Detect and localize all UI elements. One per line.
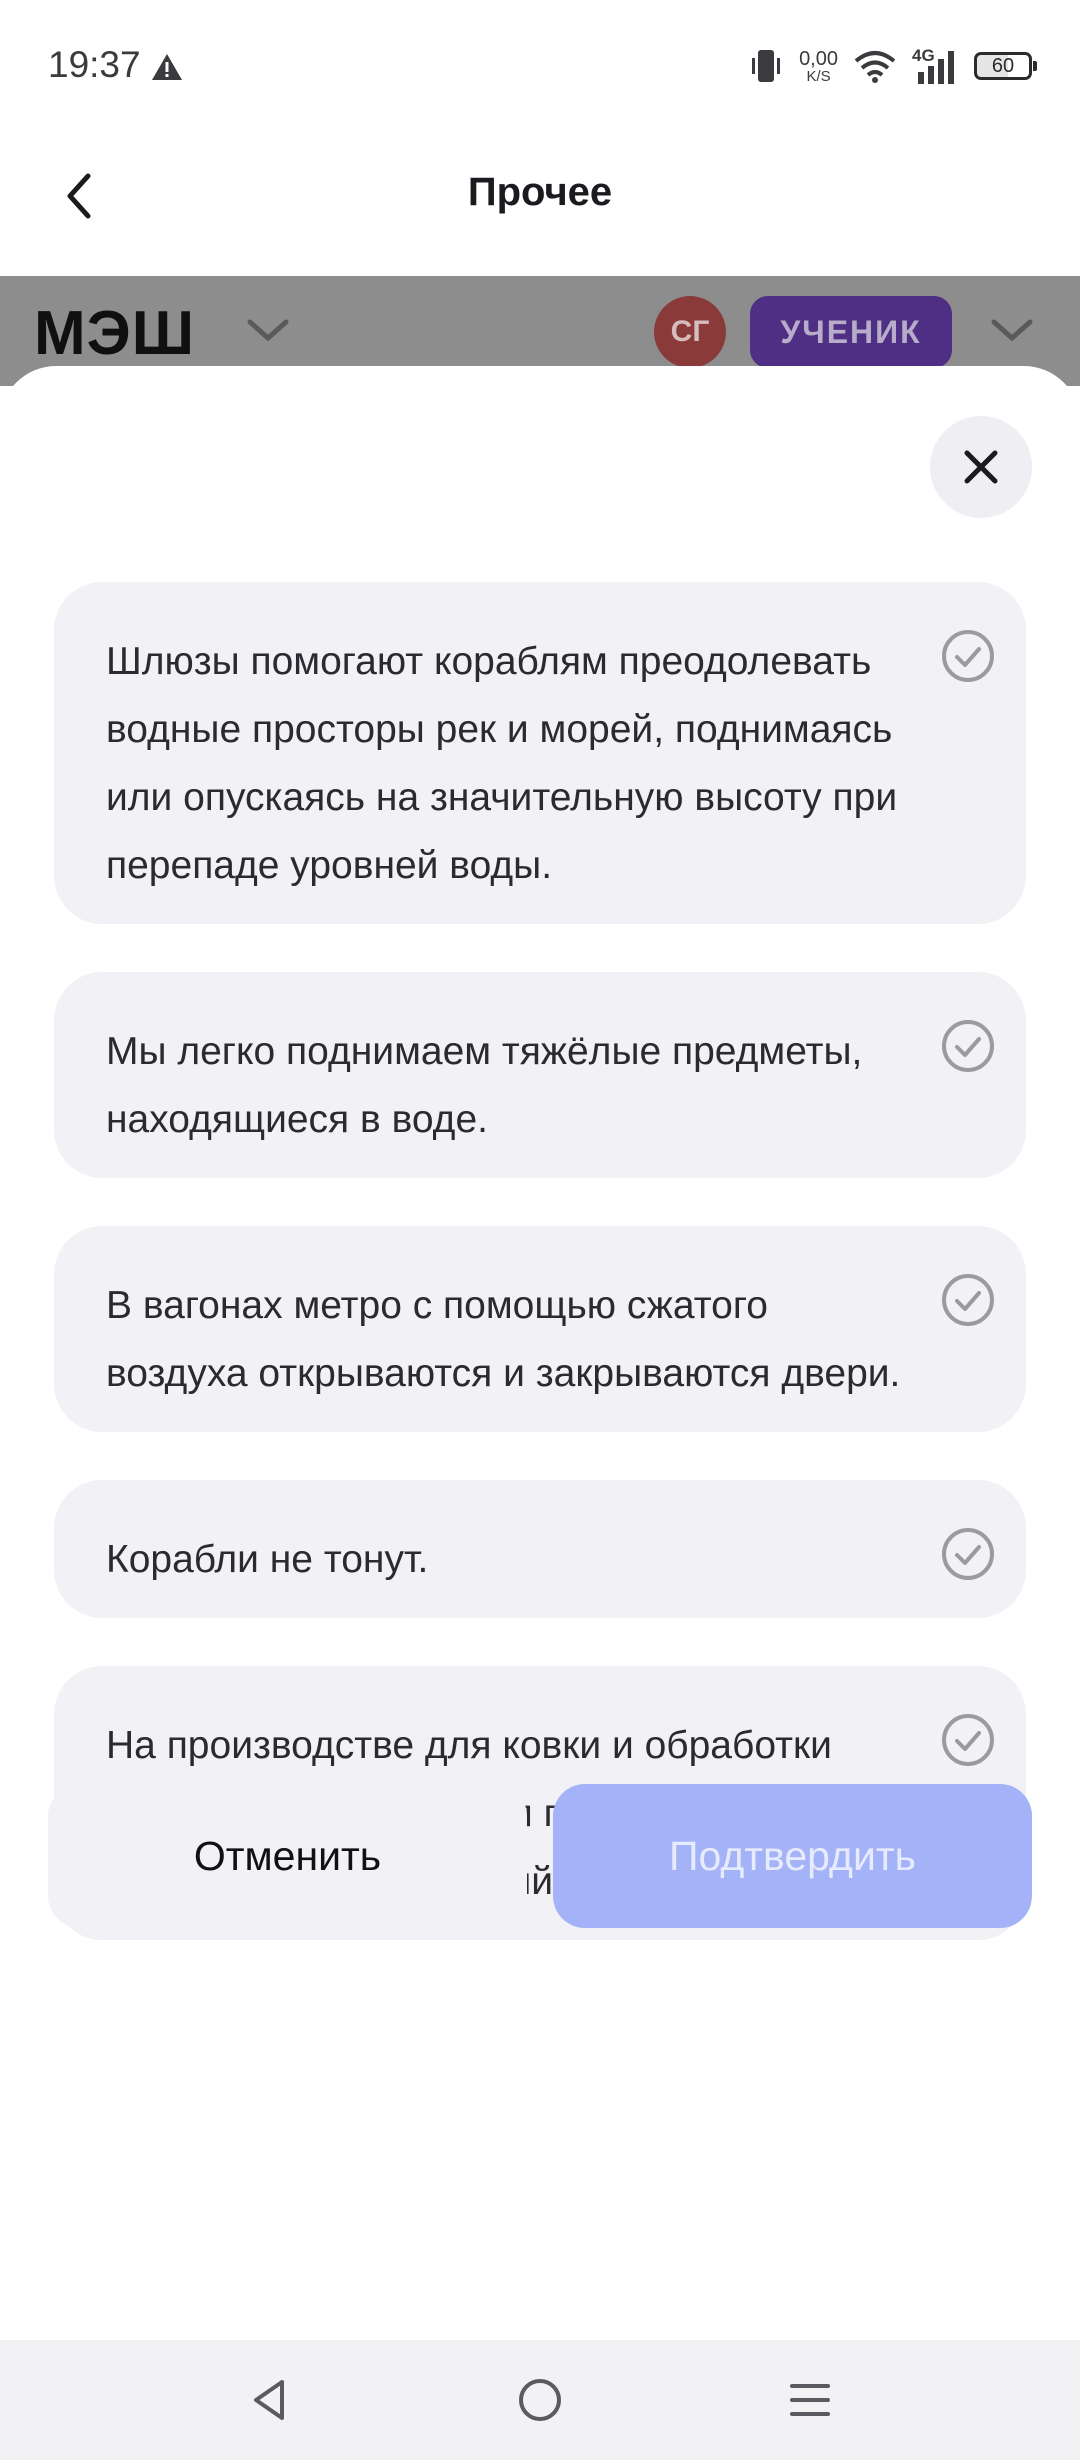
bottom-sheet: Шлюзы помогают кораблям преодолевать вод… [0, 366, 1080, 2340]
app-header: Прочее [0, 136, 1080, 276]
battery-icon: 60 [974, 52, 1037, 80]
role-badge: УЧЕНИК [750, 296, 952, 368]
page-title: Прочее [467, 170, 613, 214]
option-item[interactable]: Корабли не тонут. [54, 1480, 1026, 1618]
status-time: 19:37 [48, 44, 141, 85]
network-speed: 0,00 K/S [799, 49, 838, 84]
signal-icon [918, 51, 954, 84]
battery-level: 60 [991, 54, 1015, 77]
network-speed-unit: K/S [806, 67, 831, 85]
avatar: СГ [654, 296, 726, 368]
menu-icon [790, 2384, 830, 2416]
option-item[interactable]: В вагонах метро с помощью сжатого воздух… [54, 1226, 1026, 1432]
action-buttons: Отменить Подтвердить [48, 1784, 1032, 1928]
chevron-down-icon [247, 319, 289, 342]
cancel-button[interactable]: Отменить [48, 1784, 527, 1928]
cellular-signal: 4G [912, 46, 958, 86]
nav-home-button[interactable] [510, 2370, 570, 2430]
option-text: В вагонах метро с помощью сжатого воздух… [106, 1284, 901, 1395]
app-logo: МЭШ [34, 299, 196, 368]
close-button[interactable] [930, 416, 1032, 518]
triangle-back-icon [254, 2380, 284, 2420]
check-circle-icon[interactable] [940, 1018, 996, 1074]
option-text: Мы легко поднимаем тяжёлые предметы, нах… [106, 1030, 863, 1141]
option-list: Шлюзы помогают кораблям преодолевать вод… [54, 582, 1026, 1988]
check-circle-icon[interactable] [940, 1712, 996, 1768]
network-speed-value: 0,00 [799, 47, 838, 70]
status-icons: 0,00 K/S 4G 60 [749, 44, 1037, 88]
chevron-down-icon [991, 319, 1033, 342]
role-label: УЧЕНИК [780, 313, 922, 350]
confirm-button[interactable]: Подтвердить [553, 1784, 1032, 1928]
nav-menu-button[interactable] [780, 2370, 840, 2430]
option-item[interactable]: Шлюзы помогают кораблям преодолевать вод… [54, 582, 1026, 924]
nav-back-button[interactable] [238, 2370, 298, 2430]
system-navigation-bar [0, 2340, 1080, 2460]
vibrate-icon [752, 50, 781, 82]
avatar-initials: СГ [670, 315, 710, 348]
option-item[interactable]: Мы легко поднимаем тяжёлые предметы, нах… [54, 972, 1026, 1178]
check-circle-icon[interactable] [940, 628, 996, 684]
option-text: Корабли не тонут. [106, 1538, 429, 1581]
close-icon [964, 450, 998, 484]
check-circle-icon[interactable] [940, 1272, 996, 1328]
circle-home-icon [519, 2379, 561, 2421]
option-text: Шлюзы помогают кораблям преодолевать вод… [106, 640, 898, 887]
status-bar: 19:37 0,00 K/S 4G 60 [0, 0, 1080, 136]
wifi-icon [854, 51, 896, 83]
check-circle-icon[interactable] [940, 1526, 996, 1582]
warning-icon [152, 54, 182, 80]
